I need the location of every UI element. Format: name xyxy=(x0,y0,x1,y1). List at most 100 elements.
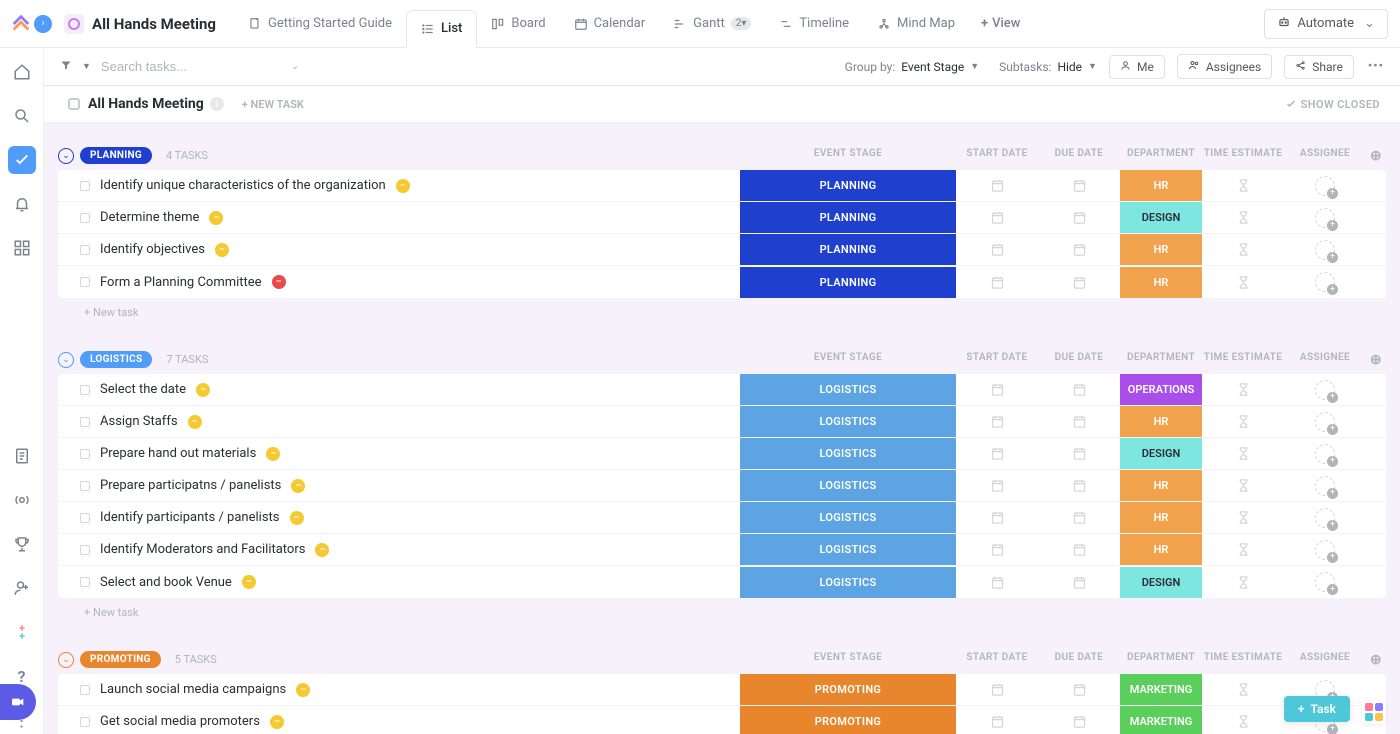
breadcrumb-title[interactable]: All Hands Meeting xyxy=(92,15,216,33)
start-date-cell[interactable] xyxy=(956,575,1038,590)
department-cell[interactable]: MARKETING xyxy=(1120,706,1202,734)
task-status-icon[interactable] xyxy=(80,717,90,727)
assignee-cell[interactable]: + xyxy=(1284,240,1366,260)
add-column-button[interactable]: ⊕ xyxy=(1366,148,1386,164)
department-cell[interactable]: HR xyxy=(1120,406,1202,437)
task-name[interactable]: Determine theme xyxy=(100,210,199,225)
stage-pill[interactable]: PLANNING xyxy=(80,147,152,164)
assignee-cell[interactable]: + xyxy=(1284,476,1366,496)
sidebar-notifications-icon[interactable] xyxy=(8,190,36,218)
add-column-button[interactable]: ⊕ xyxy=(1366,652,1386,668)
event-stage-cell[interactable]: PROMOTING xyxy=(740,674,956,705)
task-status-icon[interactable] xyxy=(80,181,90,191)
list-title[interactable]: All Hands Meeting xyxy=(88,96,204,112)
me-button[interactable]: Me xyxy=(1109,55,1165,79)
due-date-cell[interactable] xyxy=(1038,414,1120,429)
task-status-icon[interactable] xyxy=(80,577,90,587)
department-cell[interactable]: DESIGN xyxy=(1120,438,1202,469)
start-date-cell[interactable] xyxy=(956,510,1038,525)
col-assignee[interactable]: ASSIGNEE xyxy=(1284,148,1366,164)
task-name[interactable]: Select and book Venue xyxy=(100,575,232,590)
time-estimate-cell[interactable] xyxy=(1202,542,1284,557)
due-date-cell[interactable] xyxy=(1038,714,1120,729)
priority-icon[interactable]: – xyxy=(315,543,329,557)
priority-icon[interactable]: – xyxy=(396,179,410,193)
add-view-button[interactable]: + View xyxy=(969,0,1032,47)
collapse-icon[interactable]: ⌄ xyxy=(58,148,74,164)
assignee-cell[interactable]: + xyxy=(1284,572,1366,592)
sidebar-dashboards-icon[interactable] xyxy=(8,234,36,262)
task-name[interactable]: Identify unique characteristics of the o… xyxy=(100,178,386,193)
start-date-cell[interactable] xyxy=(956,542,1038,557)
task-row[interactable]: Launch social media campaigns – PROMOTIN… xyxy=(58,674,1386,706)
task-row[interactable]: Select and book Venue – LOGISTICS DESIGN… xyxy=(58,566,1386,598)
priority-icon[interactable]: – xyxy=(242,575,256,589)
header-new-task-button[interactable]: + NEW TASK xyxy=(242,98,304,111)
share-button[interactable]: Share xyxy=(1284,55,1354,79)
task-name[interactable]: Identify participants / panelists xyxy=(100,510,280,525)
task-row[interactable]: Select the date – LOGISTICS OPERATIONS + xyxy=(58,374,1386,406)
task-status-icon[interactable] xyxy=(80,481,90,491)
start-date-cell[interactable] xyxy=(956,382,1038,397)
department-cell[interactable]: HR xyxy=(1120,502,1202,533)
time-estimate-cell[interactable] xyxy=(1202,575,1284,590)
priority-icon[interactable]: – xyxy=(270,715,284,729)
department-cell[interactable]: MARKETING xyxy=(1120,674,1202,705)
app-logo[interactable] xyxy=(8,11,34,37)
department-cell[interactable]: HR xyxy=(1120,534,1202,565)
due-date-cell[interactable] xyxy=(1038,575,1120,590)
department-cell[interactable]: DESIGN xyxy=(1120,567,1202,598)
col-time-estimate[interactable]: TIME ESTIMATE xyxy=(1202,148,1284,164)
time-estimate-cell[interactable] xyxy=(1202,242,1284,257)
more-menu-button[interactable]: ••• xyxy=(1368,59,1384,74)
col-department[interactable]: DEPARTMENT xyxy=(1120,148,1202,164)
sidebar-search-icon[interactable] xyxy=(8,102,36,130)
priority-icon[interactable]: – xyxy=(188,415,202,429)
sidebar-goals-icon[interactable] xyxy=(8,530,36,558)
col-event-stage[interactable]: EVENT STAGE xyxy=(740,652,956,668)
task-row[interactable]: Get social media promoters – PROMOTING M… xyxy=(58,706,1386,734)
task-name[interactable]: Get social media promoters xyxy=(100,714,260,729)
tab-getting-started[interactable]: Getting Started Guide xyxy=(234,0,406,47)
assignee-cell[interactable]: + xyxy=(1284,176,1366,196)
automate-button[interactable]: Automate ⌄ xyxy=(1264,9,1388,39)
start-date-cell[interactable] xyxy=(956,478,1038,493)
assignee-cell[interactable]: + xyxy=(1284,412,1366,432)
due-date-cell[interactable] xyxy=(1038,446,1120,461)
task-row[interactable]: Prepare participatns / panelists – LOGIS… xyxy=(58,470,1386,502)
new-task-button[interactable]: + New task xyxy=(58,598,1386,627)
start-date-cell[interactable] xyxy=(956,242,1038,257)
assignee-cell[interactable]: + xyxy=(1284,208,1366,228)
stage-pill[interactable]: LOGISTICS xyxy=(80,351,152,368)
task-name[interactable]: Launch social media campaigns xyxy=(100,682,286,697)
time-estimate-cell[interactable] xyxy=(1202,510,1284,525)
add-column-button[interactable]: ⊕ xyxy=(1366,352,1386,368)
start-date-cell[interactable] xyxy=(956,446,1038,461)
tab-board[interactable]: Board xyxy=(477,0,559,47)
assignee-cell[interactable]: + xyxy=(1284,380,1366,400)
quick-create-task-button[interactable]: + Task xyxy=(1284,696,1350,722)
info-icon[interactable]: i xyxy=(210,97,224,111)
event-stage-cell[interactable]: LOGISTICS xyxy=(740,406,956,437)
sidebar-pulse-icon[interactable] xyxy=(8,486,36,514)
new-task-button[interactable]: + New task xyxy=(58,298,1386,327)
event-stage-cell[interactable]: PLANNING xyxy=(740,202,956,233)
task-status-icon[interactable] xyxy=(80,385,90,395)
due-date-cell[interactable] xyxy=(1038,542,1120,557)
search-chevron-icon[interactable]: ⌄ xyxy=(291,61,299,72)
time-estimate-cell[interactable] xyxy=(1202,414,1284,429)
time-estimate-cell[interactable] xyxy=(1202,275,1284,290)
due-date-cell[interactable] xyxy=(1038,178,1120,193)
department-cell[interactable]: DESIGN xyxy=(1120,202,1202,233)
task-status-icon[interactable] xyxy=(80,277,90,287)
col-start-date[interactable]: START DATE xyxy=(956,148,1038,164)
sidebar-docs-icon[interactable] xyxy=(8,442,36,470)
task-status-icon[interactable] xyxy=(80,245,90,255)
col-assignee[interactable]: ASSIGNEE xyxy=(1284,652,1366,668)
department-cell[interactable]: OPERATIONS xyxy=(1120,374,1202,405)
priority-icon[interactable]: – xyxy=(290,511,304,525)
tab-timeline[interactable]: Timeline xyxy=(765,0,863,47)
task-row[interactable]: Identify unique characteristics of the o… xyxy=(58,170,1386,202)
task-status-icon[interactable] xyxy=(80,449,90,459)
task-row[interactable]: Assign Staffs – LOGISTICS HR + xyxy=(58,406,1386,438)
